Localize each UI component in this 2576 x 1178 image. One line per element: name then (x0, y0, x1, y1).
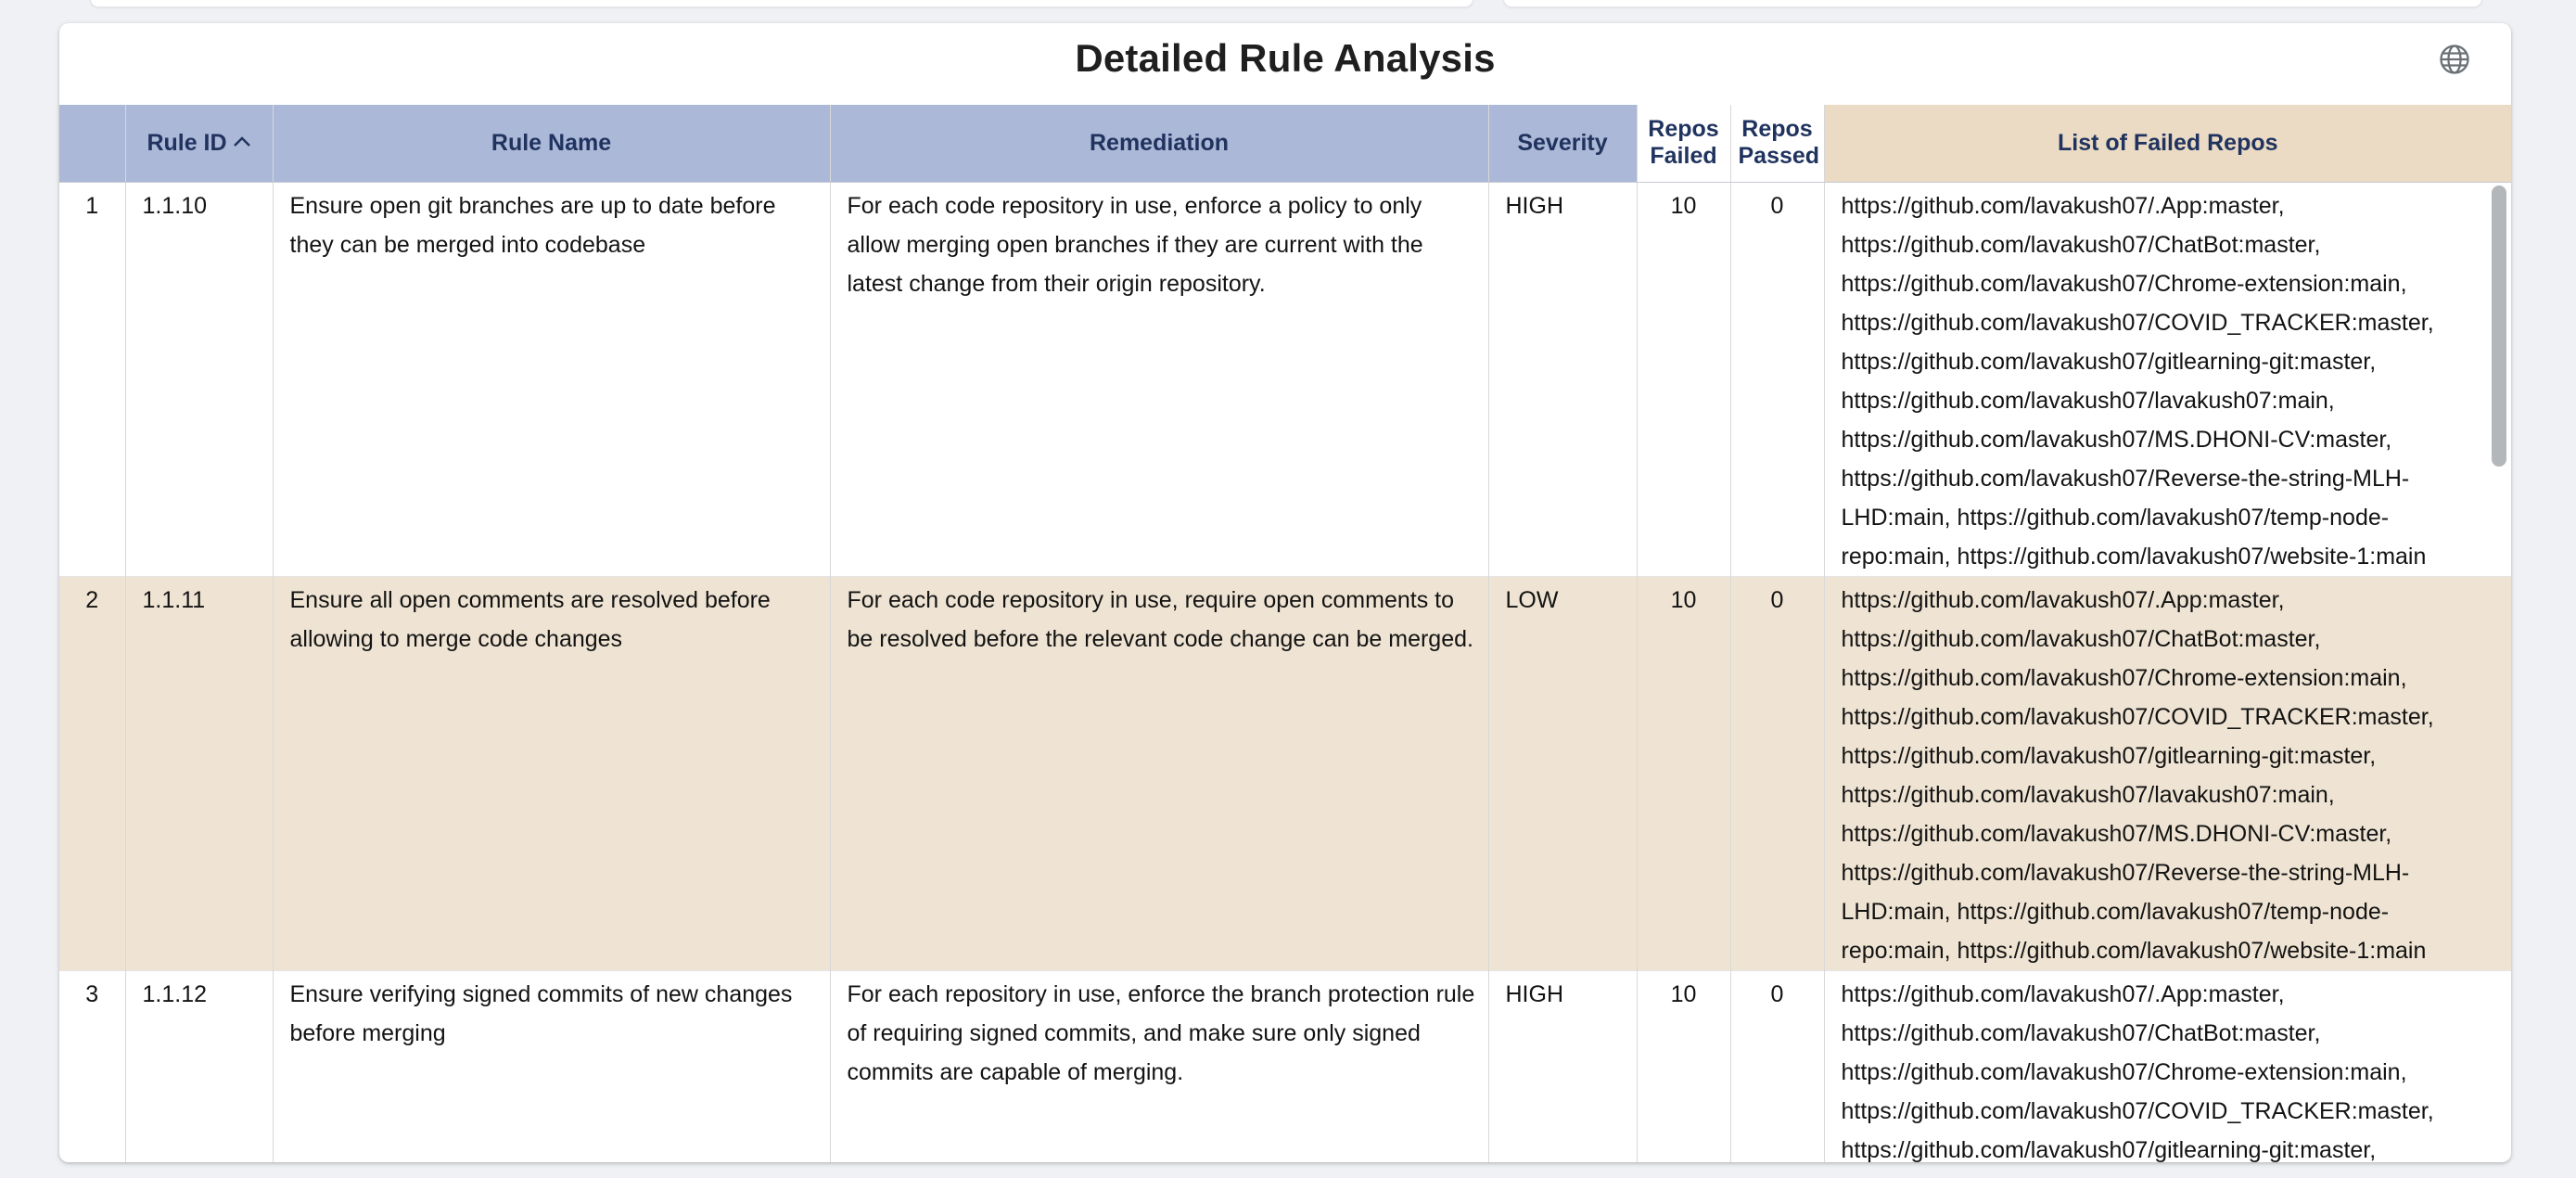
table-row: 1 1.1.10 Ensure open git branches are up… (59, 182, 2511, 576)
globe-button[interactable] (2437, 42, 2472, 77)
severity-cell: HIGH (1488, 970, 1637, 1162)
remediation-cell: For each repository in use, enforce the … (830, 970, 1488, 1162)
repos-passed-cell: 0 (1730, 182, 1824, 576)
severity-cell: HIGH (1488, 182, 1637, 576)
vertical-scrollbar-thumb[interactable] (2492, 186, 2506, 467)
rule-name-cell: Ensure all open comments are resolved be… (273, 576, 830, 970)
col-header-remediation[interactable]: Remediation (830, 105, 1488, 182)
vertical-scrollbar (2492, 186, 2506, 1158)
rule-id-cell: 1.1.12 (125, 970, 273, 1162)
globe-icon (2437, 42, 2472, 77)
repos-failed-cell: 10 (1637, 970, 1730, 1162)
row-index: 1 (59, 182, 125, 576)
rule-id-cell: 1.1.11 (125, 576, 273, 970)
page-title: Detailed Rule Analysis (59, 36, 2511, 81)
rule-name-cell: Ensure verifying signed commits of new c… (273, 970, 830, 1162)
rules-table: Rule ID Rule Name Remediation Severity R… (59, 105, 2511, 1162)
col-header-severity[interactable]: Severity (1488, 105, 1637, 182)
row-index: 2 (59, 576, 125, 970)
partial-card-top-right (1503, 0, 2482, 7)
col-header-repos-failed[interactable]: Repos Failed (1637, 105, 1730, 182)
remediation-cell: For each code repository in use, enforce… (830, 182, 1488, 576)
col-header-rule-name[interactable]: Rule Name (273, 105, 830, 182)
repos-failed-cell: 10 (1637, 576, 1730, 970)
table-row: 2 1.1.11 Ensure all open comments are re… (59, 576, 2511, 970)
repos-failed-cell: 10 (1637, 182, 1730, 576)
partial-card-top-left (90, 0, 1473, 7)
col-header-rule-id-label: Rule ID (147, 130, 226, 156)
rule-name-cell: Ensure open git branches are up to date … (273, 182, 830, 576)
col-header-rule-id[interactable]: Rule ID (125, 105, 273, 182)
row-index: 3 (59, 970, 125, 1162)
table-header-row: Rule ID Rule Name Remediation Severity R… (59, 105, 2511, 182)
detailed-rule-analysis-card: Detailed Rule Analysis Rule ID (59, 23, 2511, 1162)
repos-passed-cell: 0 (1730, 970, 1824, 1162)
col-header-index (59, 105, 125, 182)
rule-id-cell: 1.1.10 (125, 182, 273, 576)
col-header-repos-passed[interactable]: Repos Passed (1730, 105, 1824, 182)
col-header-failed-repos[interactable]: List of Failed Repos (1824, 105, 2511, 182)
page: Detailed Rule Analysis Rule ID (0, 0, 2576, 1178)
remediation-cell: For each code repository in use, require… (830, 576, 1488, 970)
table-row: 3 1.1.12 Ensure verifying signed commits… (59, 970, 2511, 1162)
failed-repos-cell: https://github.com/lavakush07/.App:maste… (1824, 182, 2511, 576)
repos-passed-cell: 0 (1730, 576, 1824, 970)
failed-repos-cell: https://github.com/lavakush07/.App:maste… (1824, 576, 2511, 970)
chevron-up-icon (233, 136, 251, 147)
severity-cell: LOW (1488, 576, 1637, 970)
failed-repos-cell: https://github.com/lavakush07/.App:maste… (1824, 970, 2511, 1162)
